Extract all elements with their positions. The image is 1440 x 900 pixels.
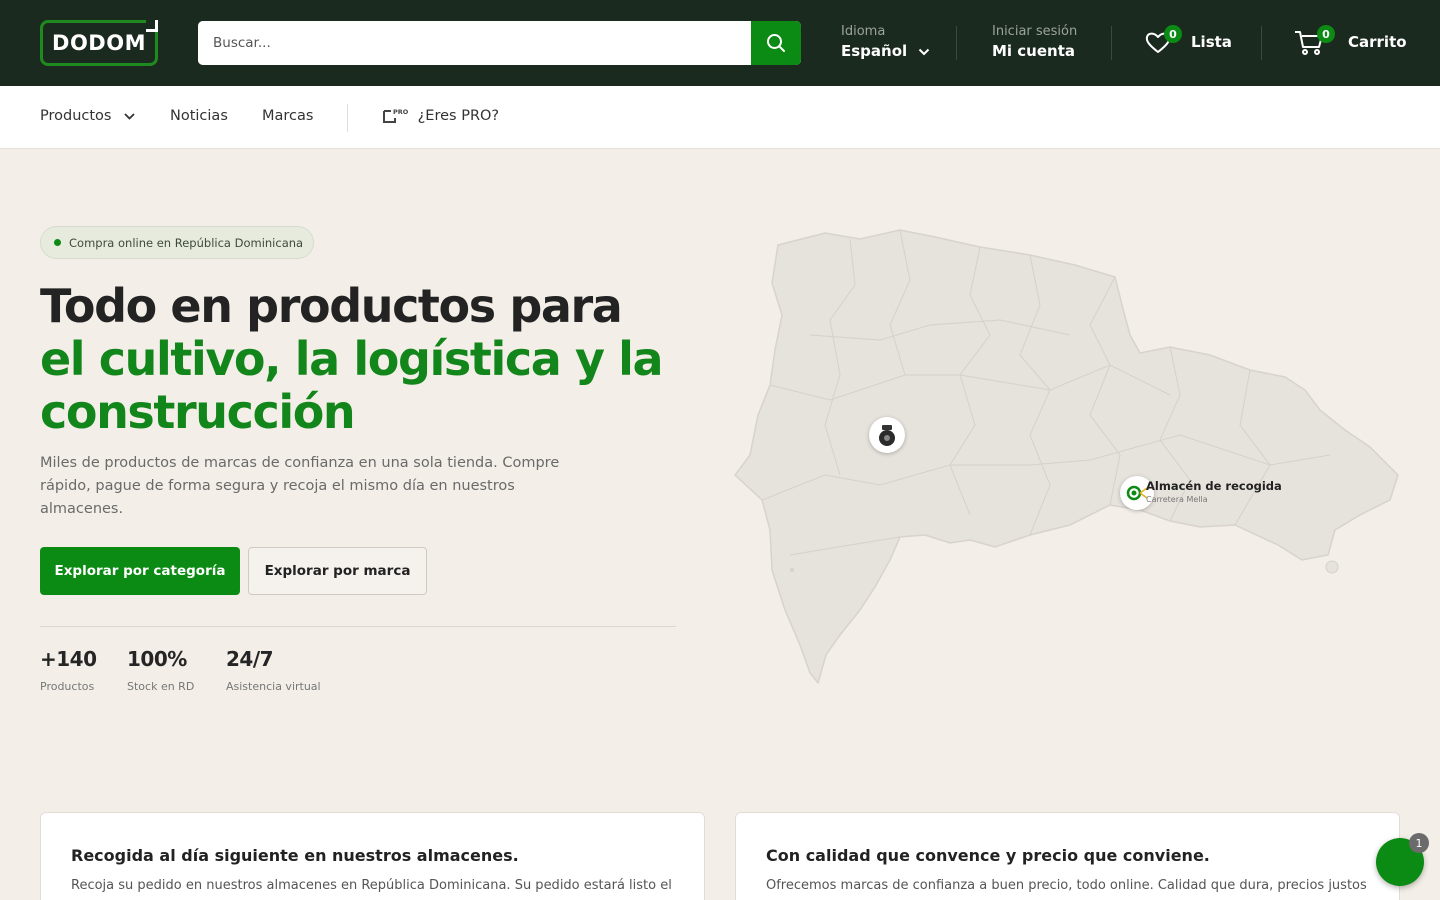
logo-corner-mark bbox=[146, 20, 158, 32]
card-title: Con calidad que convence y precio que co… bbox=[766, 846, 1210, 865]
feature-card-quality: Con calidad que convence y precio que co… bbox=[735, 812, 1400, 900]
card-text: Recoja su pedido en nuestros almacenes e… bbox=[71, 878, 672, 893]
language-selector[interactable]: Idioma Español bbox=[841, 22, 930, 62]
search-input[interactable] bbox=[198, 21, 751, 65]
stat-label-support: Asistencia virtual bbox=[226, 680, 321, 693]
explore-category-button[interactable]: Explorar por categoría bbox=[40, 547, 240, 595]
header-divider bbox=[1261, 26, 1262, 60]
wishlist-label: Lista bbox=[1191, 33, 1232, 51]
location-pill: Compra online en República Dominicana bbox=[40, 226, 314, 259]
account-label: Mi cuenta bbox=[992, 42, 1076, 60]
location-pill-text: Compra online en República Dominicana bbox=[69, 235, 304, 250]
pro-icon-text: PRO bbox=[393, 108, 409, 116]
nav-pro-label: ¿Eres PRO? bbox=[417, 108, 500, 124]
nav-products[interactable]: Productos bbox=[40, 108, 135, 124]
search-button[interactable] bbox=[751, 21, 801, 65]
pro-icon: PRO bbox=[383, 108, 409, 123]
hero-title-green2: construcción bbox=[40, 385, 356, 439]
status-dot bbox=[54, 239, 61, 246]
chat-notification-badge: 1 bbox=[1409, 833, 1429, 853]
stat-label-stock: Stock en RD bbox=[127, 680, 195, 693]
wishlist-count-badge: 0 bbox=[1164, 25, 1182, 43]
search-icon bbox=[767, 34, 785, 52]
nav-divider bbox=[347, 104, 348, 132]
login-label: Iniciar sesión bbox=[992, 24, 1078, 39]
stat-label-products: Productos bbox=[40, 680, 95, 693]
dominican-republic-map bbox=[733, 229, 1399, 685]
hero-title: Todo en productos para el cultivo, la lo… bbox=[40, 280, 700, 439]
chevron-down-icon bbox=[919, 48, 930, 56]
cart-label: Carrito bbox=[1348, 33, 1407, 51]
stat-value-support: 24/7 bbox=[226, 647, 274, 671]
logo-text: DODOM bbox=[52, 31, 146, 55]
search-bar bbox=[198, 21, 801, 65]
header-divider bbox=[956, 26, 957, 60]
pickup-location-sublabel: Carretera Mella bbox=[1146, 495, 1208, 504]
stat-value-products: +140 bbox=[40, 647, 97, 671]
stat-value-stock: 100% bbox=[127, 647, 187, 671]
top-header: DODOM Idioma Español Iniciar sesión Mi c… bbox=[0, 0, 1440, 86]
pickup-location-label: Almacén de recogida bbox=[1146, 479, 1282, 493]
language-label: Idioma bbox=[841, 24, 886, 39]
nav-pro[interactable]: PRO ¿Eres PRO? bbox=[382, 107, 499, 125]
cart-count-badge: 0 bbox=[1317, 25, 1335, 43]
language-value-row: Español bbox=[841, 41, 930, 62]
hero-title-line1: Todo en productos para bbox=[40, 279, 623, 333]
account-link[interactable]: Iniciar sesión Mi cuenta bbox=[992, 22, 1077, 62]
language-value: Español bbox=[841, 42, 908, 60]
nav-products-label: Productos bbox=[40, 108, 112, 124]
nav-brands[interactable]: Marcas bbox=[262, 108, 313, 124]
header-divider bbox=[1111, 26, 1112, 60]
main-nav: Productos Noticias Marcas PRO ¿Eres PRO? bbox=[0, 86, 1440, 149]
hero-divider bbox=[40, 626, 676, 627]
chevron-down-icon bbox=[124, 113, 135, 120]
explore-brand-button[interactable]: Explorar por marca bbox=[248, 547, 427, 595]
card-title: Recogida al día siguiente en nuestros al… bbox=[71, 846, 519, 865]
map-marker-product[interactable] bbox=[869, 417, 905, 453]
logo[interactable]: DODOM bbox=[40, 20, 158, 66]
nav-news[interactable]: Noticias bbox=[170, 108, 228, 124]
feature-card-pickup: Recogida al día siguiente en nuestros al… bbox=[40, 812, 705, 900]
card-text: Ofrecemos marcas de confianza a buen pre… bbox=[766, 878, 1367, 893]
hero-title-green1: el cultivo, la logística y la bbox=[40, 332, 664, 386]
hero-description: Miles de productos de marcas de confianz… bbox=[40, 455, 560, 517]
cable-reel-icon bbox=[879, 425, 895, 446]
